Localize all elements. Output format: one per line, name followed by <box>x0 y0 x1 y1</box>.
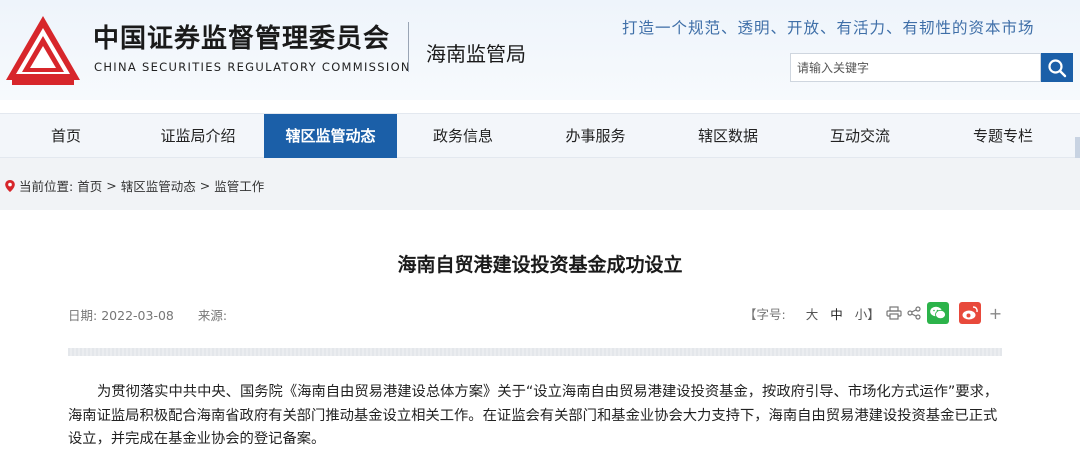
article-meta: 日期: 2022-03-08 来源: <box>68 305 247 324</box>
font-size-medium-button[interactable]: 中 <box>830 304 843 323</box>
breadcrumb-separator: > <box>199 178 211 193</box>
font-size-label: 【字号: <box>744 306 786 322</box>
search-input[interactable] <box>790 53 1041 82</box>
share-icon[interactable] <box>907 306 921 320</box>
csrc-logo-icon[interactable] <box>4 14 82 86</box>
nav-item-regional-data[interactable]: 辖区数据 <box>662 114 794 159</box>
meta-divider <box>68 348 1002 356</box>
site-header: 中国证券监督管理委员会 CHINA SECURITIES REGULATORY … <box>0 0 1080 100</box>
search-button[interactable] <box>1041 53 1073 82</box>
org-name-en: CHINA SECURITIES REGULATORY COMMISSION <box>94 60 411 74</box>
date-field: 日期: 2022-03-08 <box>68 308 174 323</box>
wechat-icon[interactable] <box>926 302 949 324</box>
breadcrumb-regional-dynamics[interactable]: 辖区监管动态 <box>121 176 196 195</box>
article-title: 海南自贸港建设投资基金成功设立 <box>397 254 683 276</box>
breadcrumb-supervision-work[interactable]: 监管工作 <box>214 176 264 195</box>
location-pin-icon <box>5 179 15 192</box>
breadcrumb-prefix: 当前位置: <box>19 179 74 194</box>
article-body-paragraph: 为贯彻落实中共中央、国务院《海南自由贸易港建设总体方案》关于“设立海南自由贸易港… <box>68 384 999 447</box>
nav-item-government-info[interactable]: 政务信息 <box>397 114 529 159</box>
date-value: 2022-03-08 <box>101 308 174 323</box>
print-icon[interactable] <box>886 306 902 320</box>
nav-item-interaction[interactable]: 互动交流 <box>794 114 926 159</box>
weibo-icon[interactable] <box>958 302 981 324</box>
search-icon <box>1048 58 1067 77</box>
bureau-name: 海南监管局 <box>426 42 526 66</box>
header-divider <box>408 22 409 72</box>
nav-item-special-topics[interactable]: 专题专栏 <box>926 114 1080 159</box>
article-tools: 【字号: 大 中 小】 + <box>744 302 1002 324</box>
main-nav: 首页 证监局介绍 辖区监管动态 政务信息 办事服务 辖区数据 互动交流 专题专栏 <box>0 113 1080 159</box>
org-name-cn: 中国证券监督管理委员会 <box>93 24 391 54</box>
nav-item-home[interactable]: 首页 <box>0 114 132 159</box>
breadcrumb-separator: > <box>106 178 117 193</box>
breadcrumb: 当前位置: 首页 > 辖区监管动态 > 监管工作 <box>4 176 264 195</box>
date-label: 日期: <box>68 308 98 323</box>
nav-item-bureau-intro[interactable]: 证监局介绍 <box>132 114 264 159</box>
nav-item-services[interactable]: 办事服务 <box>529 114 662 159</box>
breadcrumb-home[interactable]: 首页 <box>77 176 102 195</box>
font-size-large-button[interactable]: 大 <box>806 304 819 323</box>
nav-item-regional-dynamics[interactable]: 辖区监管动态 <box>264 114 397 159</box>
slogan: 打造一个规范、透明、开放、有活力、有韧性的资本市场 <box>622 19 1035 37</box>
plus-icon[interactable]: + <box>989 304 1002 323</box>
font-size-small-button[interactable]: 小】 <box>855 304 880 323</box>
source-label: 来源: <box>197 308 228 323</box>
